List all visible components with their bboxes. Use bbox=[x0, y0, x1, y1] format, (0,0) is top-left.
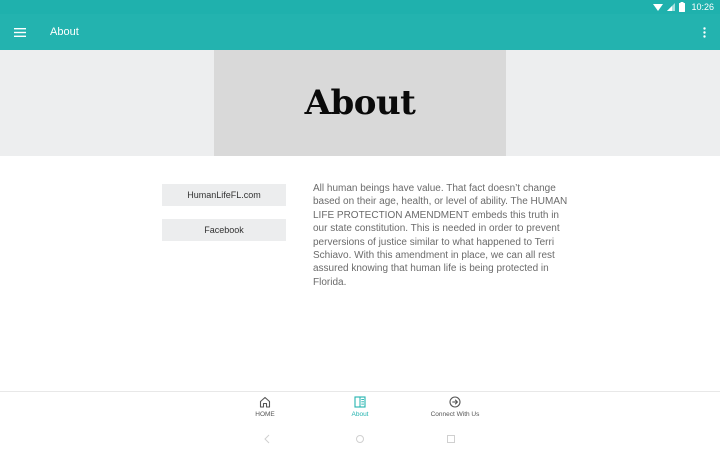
wifi-icon bbox=[653, 4, 664, 11]
nav-label-home: HOME bbox=[255, 411, 275, 418]
home-icon bbox=[259, 396, 271, 408]
app-bar-title: About bbox=[50, 26, 79, 38]
status-bar: 10:26 bbox=[0, 0, 720, 14]
about-paragraph: All human beings have value. That fact d… bbox=[313, 183, 568, 288]
nav-label-connect: Connect With Us bbox=[430, 411, 480, 418]
document-icon bbox=[354, 396, 366, 408]
more-vert-icon[interactable] bbox=[696, 21, 712, 43]
hero-banner: About bbox=[0, 50, 720, 156]
page-title: About bbox=[304, 83, 416, 123]
home-circle-icon[interactable] bbox=[355, 434, 365, 444]
status-icons: 10:26 bbox=[653, 1, 714, 13]
system-navigation-bar bbox=[0, 429, 720, 450]
facebook-link-button[interactable]: Facebook bbox=[162, 219, 286, 241]
status-time: 10:26 bbox=[691, 2, 714, 12]
recents-icon[interactable] bbox=[446, 434, 456, 444]
app-bar: About bbox=[0, 14, 720, 50]
arrow-circle-icon bbox=[449, 396, 461, 408]
hero-box: About bbox=[214, 50, 506, 156]
hamburger-menu-icon[interactable] bbox=[9, 21, 31, 43]
cell-signal-icon bbox=[667, 3, 676, 11]
nav-label-about: About bbox=[351, 411, 369, 418]
bottom-navigation: HOME About Connect With Us bbox=[0, 391, 720, 429]
battery-icon bbox=[679, 2, 686, 12]
nav-item-about[interactable]: About bbox=[315, 396, 405, 426]
humanlifefl-link-button[interactable]: HumanLifeFL.com bbox=[162, 184, 286, 206]
nav-item-connect[interactable]: Connect With Us bbox=[410, 396, 500, 426]
nav-item-home[interactable]: HOME bbox=[220, 396, 310, 426]
back-icon[interactable] bbox=[262, 434, 272, 444]
